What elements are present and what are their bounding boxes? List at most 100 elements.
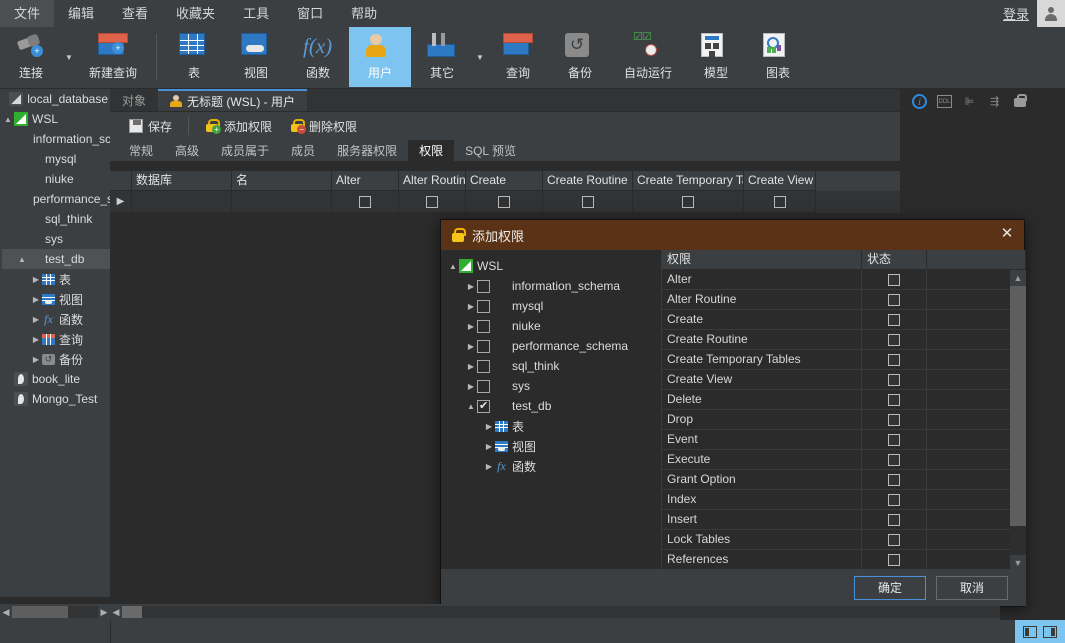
privilege-state[interactable] — [862, 470, 927, 489]
menu-item-file[interactable]: 文件 — [0, 0, 55, 27]
tree-checkbox[interactable] — [477, 279, 490, 293]
toolbar-button-model[interactable]: 模型 — [685, 27, 747, 87]
checkbox[interactable] — [426, 195, 438, 208]
dialog-tree-item-niuke[interactable]: ▶ niuke — [441, 316, 661, 336]
privilege-state[interactable] — [862, 510, 927, 529]
sidebar-item-mysql[interactable]: mysql — [0, 149, 110, 169]
toolbar-button-chart[interactable]: 图表 — [747, 27, 809, 87]
sidebar-item-sys[interactable]: sys — [0, 229, 110, 249]
checkbox[interactable] — [888, 393, 900, 406]
close-icon[interactable]: ✕ — [998, 226, 1016, 244]
connection-tree-sidebar[interactable]: local_database ▲ WSL information_schemamysq… — [0, 89, 110, 597]
tree-twisty[interactable]: ▶ — [483, 462, 495, 471]
tree-twisty[interactable]: ▲ — [2, 115, 14, 124]
subtab-权限[interactable]: 权限 — [408, 140, 455, 161]
toolbar-button-other[interactable]: 其它 — [411, 27, 473, 87]
column-header-Create[interactable]: Create — [466, 171, 543, 191]
checkbox[interactable] — [359, 195, 371, 208]
toolbar-button-query[interactable]: 查询 — [487, 27, 549, 87]
toggle-left-panel-icon[interactable] — [1023, 625, 1037, 638]
column-header-Create-Routine[interactable]: Create Routine — [543, 171, 633, 191]
er-diagram-icon[interactable]: ⊫ — [962, 94, 977, 109]
checkbox[interactable] — [888, 433, 900, 446]
tree-twisty[interactable]: ▶ — [483, 442, 495, 451]
save-button[interactable]: 保存 — [120, 115, 181, 138]
privilege-row[interactable]: Create — [662, 310, 1026, 330]
tree-checkbox[interactable] — [477, 399, 490, 413]
tree-twisty[interactable]: ▲ — [447, 262, 459, 271]
tree-checkbox[interactable] — [477, 379, 490, 393]
privilege-state[interactable] — [862, 290, 927, 309]
toolbar-button-function[interactable]: f(x) 函数 — [287, 27, 349, 87]
toggle-right-panel-icon[interactable] — [1043, 625, 1057, 638]
checkbox-Create-View[interactable] — [744, 191, 816, 213]
privilege-state[interactable] — [862, 310, 927, 329]
tree-twisty[interactable]: ▶ — [465, 362, 477, 371]
checkbox[interactable] — [888, 333, 900, 346]
sidebar-item-niuke[interactable]: niuke — [0, 169, 110, 189]
checkbox[interactable] — [888, 353, 900, 366]
toolbar-button-backup[interactable]: ↺ 备份 — [549, 27, 611, 87]
checkbox[interactable] — [498, 195, 510, 208]
privilege-state[interactable] — [862, 550, 927, 569]
privilege-row[interactable]: Create View — [662, 370, 1026, 390]
tab-user-editor[interactable]: 无标题 (WSL) - 用户 — [158, 89, 308, 111]
privilege-row[interactable]: Index — [662, 490, 1026, 510]
tree-checkbox[interactable] — [477, 319, 490, 333]
privilege-row[interactable]: Lock Tables — [662, 530, 1026, 550]
privilege-state[interactable] — [862, 490, 927, 509]
checkbox[interactable] — [888, 513, 900, 526]
checkbox[interactable] — [888, 473, 900, 486]
tree-twisty[interactable]: ▲ — [465, 402, 477, 411]
checkbox[interactable] — [581, 195, 594, 208]
sidebar-item-n9[interactable]: ▶ 表 — [0, 269, 110, 289]
tree-twisty[interactable]: ▶ — [465, 382, 477, 391]
subtab-SQL-预览[interactable]: SQL 预览 — [454, 140, 527, 161]
sidebar-item-information_schema[interactable]: information_schema — [0, 129, 110, 149]
scroll-up-arrow[interactable]: ▲ — [1010, 270, 1026, 286]
editor-subtabs[interactable]: 常规 高级 成员属于 成员 服务器权限 权限 SQL 预览 — [110, 140, 1000, 162]
column-header-Create-Temporary-Tables[interactable]: Create Temporary Tables — [633, 171, 744, 191]
dialog-tree-item-sql_think[interactable]: ▶ sql_think — [441, 356, 661, 376]
toolbar-button-table[interactable]: 表 — [163, 27, 225, 87]
tree-twisty[interactable]: ▶ — [30, 275, 42, 284]
checkbox[interactable] — [888, 553, 900, 566]
dialog-object-tree[interactable]: ▲ WSL ▶ information_schema ▶ mysql ▶ niuke ▶ perf… — [441, 250, 662, 571]
privilege-state[interactable] — [862, 330, 927, 349]
tree-twisty[interactable]: ▶ — [30, 315, 42, 324]
dialog-tree-item-test_db[interactable]: ▲ test_db — [441, 396, 661, 416]
cell-名[interactable] — [232, 191, 332, 213]
checkbox[interactable] — [888, 413, 900, 426]
scrollbar-thumb[interactable] — [12, 606, 68, 618]
checkbox-Alter[interactable] — [332, 191, 399, 213]
column-header-Alter[interactable]: Alter — [332, 171, 399, 191]
relation-icon[interactable]: ⇶ — [987, 94, 1002, 109]
privilege-state[interactable] — [862, 450, 927, 469]
sidebar-item-test_db[interactable]: ▲ test_db — [0, 249, 110, 269]
other-dropdown-caret[interactable]: ▼ — [473, 27, 487, 87]
sidebar-item-performance_schema[interactable]: performance_schema — [0, 189, 110, 209]
dialog-scrollbar[interactable]: ▲ ▼ — [1010, 270, 1026, 571]
subtab-常规[interactable]: 常规 — [118, 140, 164, 161]
menu-item-help[interactable]: 帮助 — [337, 0, 391, 27]
sidebar-item-n12[interactable]: ▶ 查询 — [0, 329, 110, 349]
privilege-row[interactable]: References — [662, 550, 1026, 570]
privilege-row[interactable]: Drop — [662, 410, 1026, 430]
cell-数据库[interactable] — [132, 191, 232, 213]
sidebar-item-n11[interactable]: ▶ fx 函数 — [0, 309, 110, 329]
tree-twisty[interactable]: ▲ — [16, 255, 28, 264]
subtab-成员属于[interactable]: 成员属于 — [210, 140, 280, 161]
checkbox-Alter-Routine[interactable] — [399, 191, 466, 213]
scroll-track[interactable] — [122, 606, 1000, 618]
scrollbar-thumb[interactable] — [122, 606, 142, 618]
toolbar-button-user[interactable]: 用户 — [349, 27, 411, 87]
privilege-row[interactable]: Execute — [662, 450, 1026, 470]
sidebar-item-n13[interactable]: ▶ ↺ 备份 — [0, 349, 110, 369]
privilege-state[interactable] — [862, 350, 927, 369]
column-header-名[interactable]: 名 — [232, 171, 332, 191]
scrollbar-thumb[interactable] — [1010, 286, 1026, 526]
column-header-Alter-Routine[interactable]: Alter Routine — [399, 171, 466, 191]
column-header-Create-View[interactable]: Create View — [744, 171, 816, 191]
ok-button[interactable]: 确定 — [854, 575, 926, 600]
checkbox[interactable] — [773, 195, 786, 208]
